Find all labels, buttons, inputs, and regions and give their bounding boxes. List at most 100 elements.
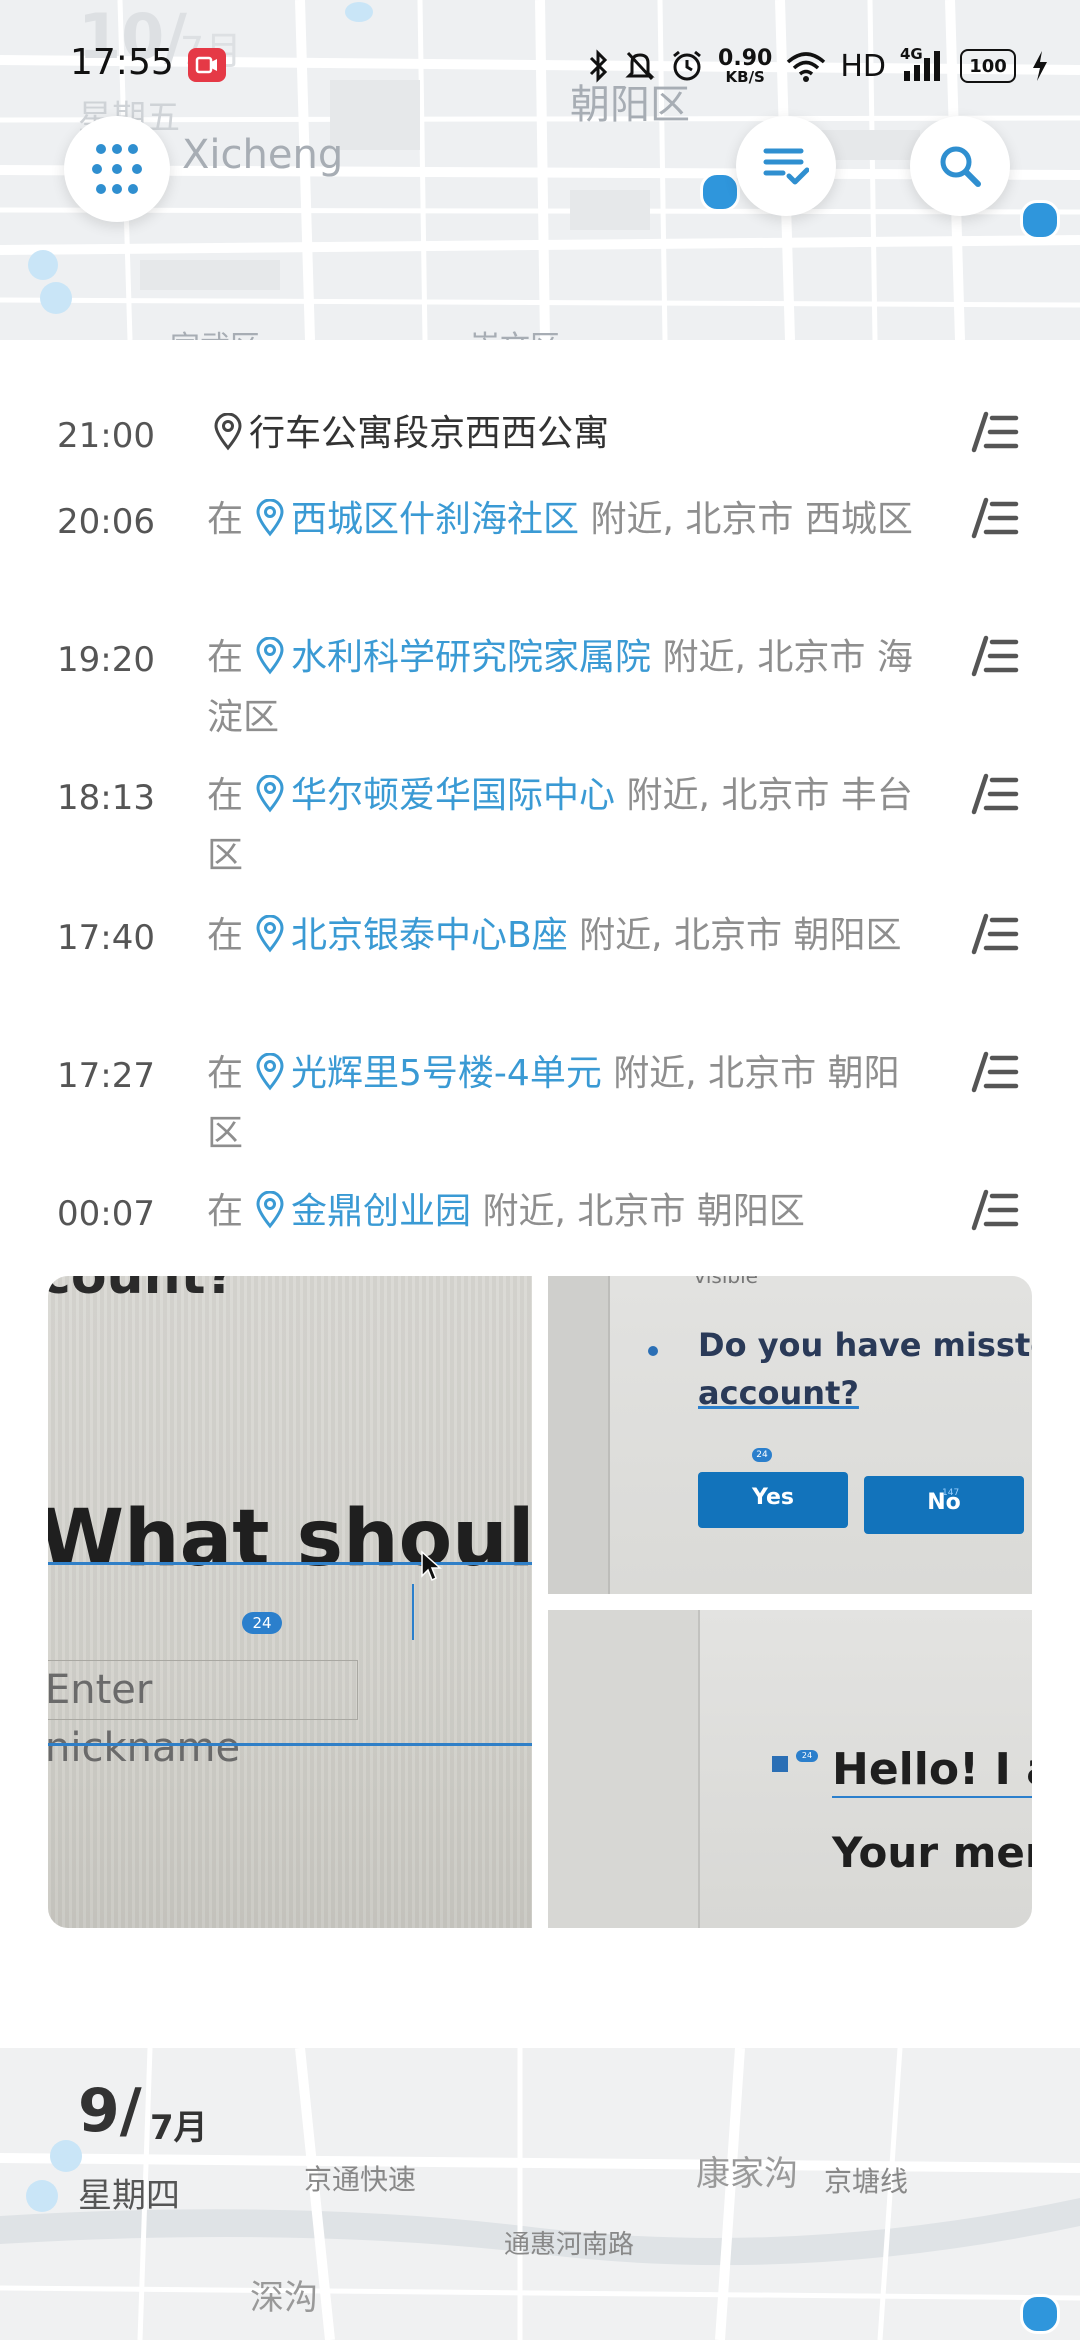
timeline-suffix: 附近, 北京市 西城区 — [590, 499, 913, 540]
battery-icon: 100 — [960, 49, 1016, 83]
note-edit-icon[interactable] — [970, 912, 1020, 956]
wifi-icon — [787, 52, 826, 82]
location-pin-icon — [256, 775, 284, 813]
timeline-time: 17:40 — [57, 918, 155, 958]
note-edit-icon[interactable] — [970, 634, 1020, 678]
battery-level: 100 — [969, 55, 1007, 77]
timeline-time: 18:13 — [57, 778, 155, 818]
timeline-text: 在水利科学研究院家属院 附近, 北京市 海淀区 — [207, 628, 927, 748]
timeline-place[interactable]: 北京银泰中心B座 — [291, 915, 568, 956]
timeline-row[interactable]: 20:06 在 西城区什刹海社区 附近, 北京市 西城区 — [0, 497, 1080, 622]
note-edit-icon[interactable] — [970, 1188, 1020, 1232]
net-speed-value: 0.90 — [718, 45, 773, 71]
timeline-list: 21:00 行车公寓段京西西公寓 20:06 在 西城区什刹海社区 附近, 北京市… — [0, 340, 1080, 1270]
timeline-row[interactable]: 18:13 在华尔顿爱华国际中心 附近, 北京市 丰台区 — [0, 773, 1080, 898]
selection-handle — [772, 1756, 788, 1772]
bottom-map-card[interactable]: 9/ 7月 星期四 京通快速 康家沟 京塘线 通惠河南路 深沟 — [0, 2048, 1080, 2340]
timeline-text: 在 北京银泰中心B座 附近, 北京市 朝阳区 — [207, 906, 927, 966]
search-button[interactable] — [910, 116, 1010, 216]
photo-badge: 147 — [942, 1488, 960, 1498]
map-label: 康家沟 — [696, 2154, 798, 2194]
timeline-row[interactable]: 19:20 在水利科学研究院家属院 附近, 北京市 海淀区 — [0, 635, 1080, 760]
timeline-place[interactable]: 西城区什刹海社区 — [291, 499, 579, 540]
map-label-xicheng: Xicheng — [182, 132, 344, 178]
photo-text: Your mer — [832, 1828, 1032, 1877]
location-pin-icon — [256, 499, 284, 537]
search-icon — [940, 146, 981, 187]
list-button[interactable] — [736, 116, 836, 216]
timeline-suffix: 附近, 北京市 朝阳区 — [579, 915, 902, 956]
note-edit-icon[interactable] — [970, 1050, 1020, 1094]
location-marker — [40, 282, 72, 314]
timeline-text: 在 金鼎创业园 附近, 北京市 朝阳区 — [207, 1182, 967, 1242]
photo-yes-button: Yes — [698, 1472, 848, 1528]
bluetooth-icon — [589, 49, 608, 83]
map-label: 京塘线 — [824, 2165, 909, 2198]
timeline-suffix: 附近, 北京市 朝阳区 — [482, 1191, 805, 1232]
timeline-prefix: 在 — [207, 1191, 244, 1232]
photo-text: Hello! I a — [832, 1744, 1032, 1795]
screen-record-icon — [188, 48, 226, 82]
timeline-text: 在光辉里5号楼-4单元 附近, 北京市 朝阳区 — [207, 1044, 927, 1164]
timeline-time: 20:06 — [57, 502, 155, 542]
location-marker — [1020, 200, 1060, 240]
timeline-prefix: 在 — [207, 915, 244, 956]
weekday: 星期四 — [78, 2176, 180, 2216]
note-edit-icon[interactable] — [970, 772, 1020, 816]
map-label-xuanwu: 宣武区 — [170, 322, 260, 340]
timeline-row[interactable]: 00:07 在 金鼎创业园 附近, 北京市 朝阳区 — [0, 1189, 1080, 1264]
location-marker — [26, 2180, 58, 2212]
cursor-icon — [421, 1550, 442, 1582]
bullet — [648, 1346, 658, 1356]
timeline-place[interactable]: 金鼎创业园 — [291, 1191, 471, 1232]
photo-guide-line — [412, 1584, 414, 1640]
charging-icon — [1033, 51, 1047, 81]
list-check-icon — [763, 148, 809, 185]
map-label-chongwen: 崇文区 — [470, 322, 560, 340]
photo-top-right[interactable]: visible Do you have missto account? 24 Y… — [548, 1276, 1032, 1594]
timeline-text: 行车公寓段京西西公寓 — [207, 404, 927, 464]
map-label: 京通快速 — [304, 2163, 417, 2196]
location-marker — [50, 2140, 82, 2172]
net-speed-unit: KB/S — [725, 67, 765, 86]
status-bar: 17:55 0.90 KB/S HD 4G 100 — [0, 0, 1080, 130]
photo-left[interactable]: count? What should I c 24 Enter nickname — [48, 1276, 532, 1928]
timeline-place[interactable]: 华尔顿爱华国际中心 — [291, 775, 615, 816]
net-speed: 0.90 KB/S — [718, 45, 773, 86]
photo-text: What should I c — [48, 1494, 532, 1584]
photo-text: Do you have missto — [698, 1326, 1032, 1364]
photo-grid: count? What should I c 24 Enter nickname… — [48, 1276, 1032, 1928]
photo-bottom-right[interactable]: 24 Hello! I a Your mer — [548, 1610, 1032, 1928]
timeline-prefix: 在 — [207, 499, 244, 540]
signal-icon: 4G — [900, 45, 946, 83]
grid-dots-icon — [92, 144, 142, 194]
location-pin-icon — [256, 1191, 284, 1229]
note-edit-icon[interactable] — [970, 496, 1020, 540]
photo-badge: 24 — [752, 1448, 772, 1462]
status-time: 17:55 — [70, 42, 174, 83]
location-pin-icon — [256, 1053, 284, 1091]
photo-badge: 24 — [242, 1612, 282, 1634]
timeline-row[interactable]: 17:27 在光辉里5号楼-4单元 附近, 北京市 朝阳区 — [0, 1051, 1080, 1176]
location-pin-icon — [256, 915, 284, 953]
timeline-text: 在华尔顿爱华国际中心 附近, 北京市 丰台区 — [207, 766, 927, 886]
timeline-time: 00:07 — [57, 1194, 155, 1234]
location-pin-icon — [214, 413, 242, 451]
hd-label: HD — [840, 48, 886, 84]
photo-input: Enter nickname — [48, 1660, 358, 1771]
photo-guide-line — [48, 1743, 532, 1746]
timeline-place[interactable]: 水利科学研究院家属院 — [291, 637, 651, 678]
menu-grid-button[interactable] — [64, 116, 170, 222]
timeline-row[interactable]: 17:40 在 北京银泰中心B座 附近, 北京市 朝阳区 — [0, 913, 1080, 1038]
timeline-time: 17:27 — [57, 1056, 155, 1096]
map-label: 深沟 — [250, 2278, 318, 2318]
timeline-time: 19:20 — [57, 640, 155, 680]
screen-sidebar — [548, 1276, 610, 1594]
note-edit-icon[interactable] — [970, 410, 1020, 454]
photo-guide-line — [832, 1796, 1032, 1798]
screen-texture — [48, 1276, 532, 1928]
screen-sidebar — [548, 1610, 700, 1928]
timeline-place[interactable]: 光辉里5号楼-4单元 — [291, 1053, 602, 1094]
date-month: 7月 — [150, 2108, 208, 2148]
location-pin-icon — [256, 637, 284, 675]
